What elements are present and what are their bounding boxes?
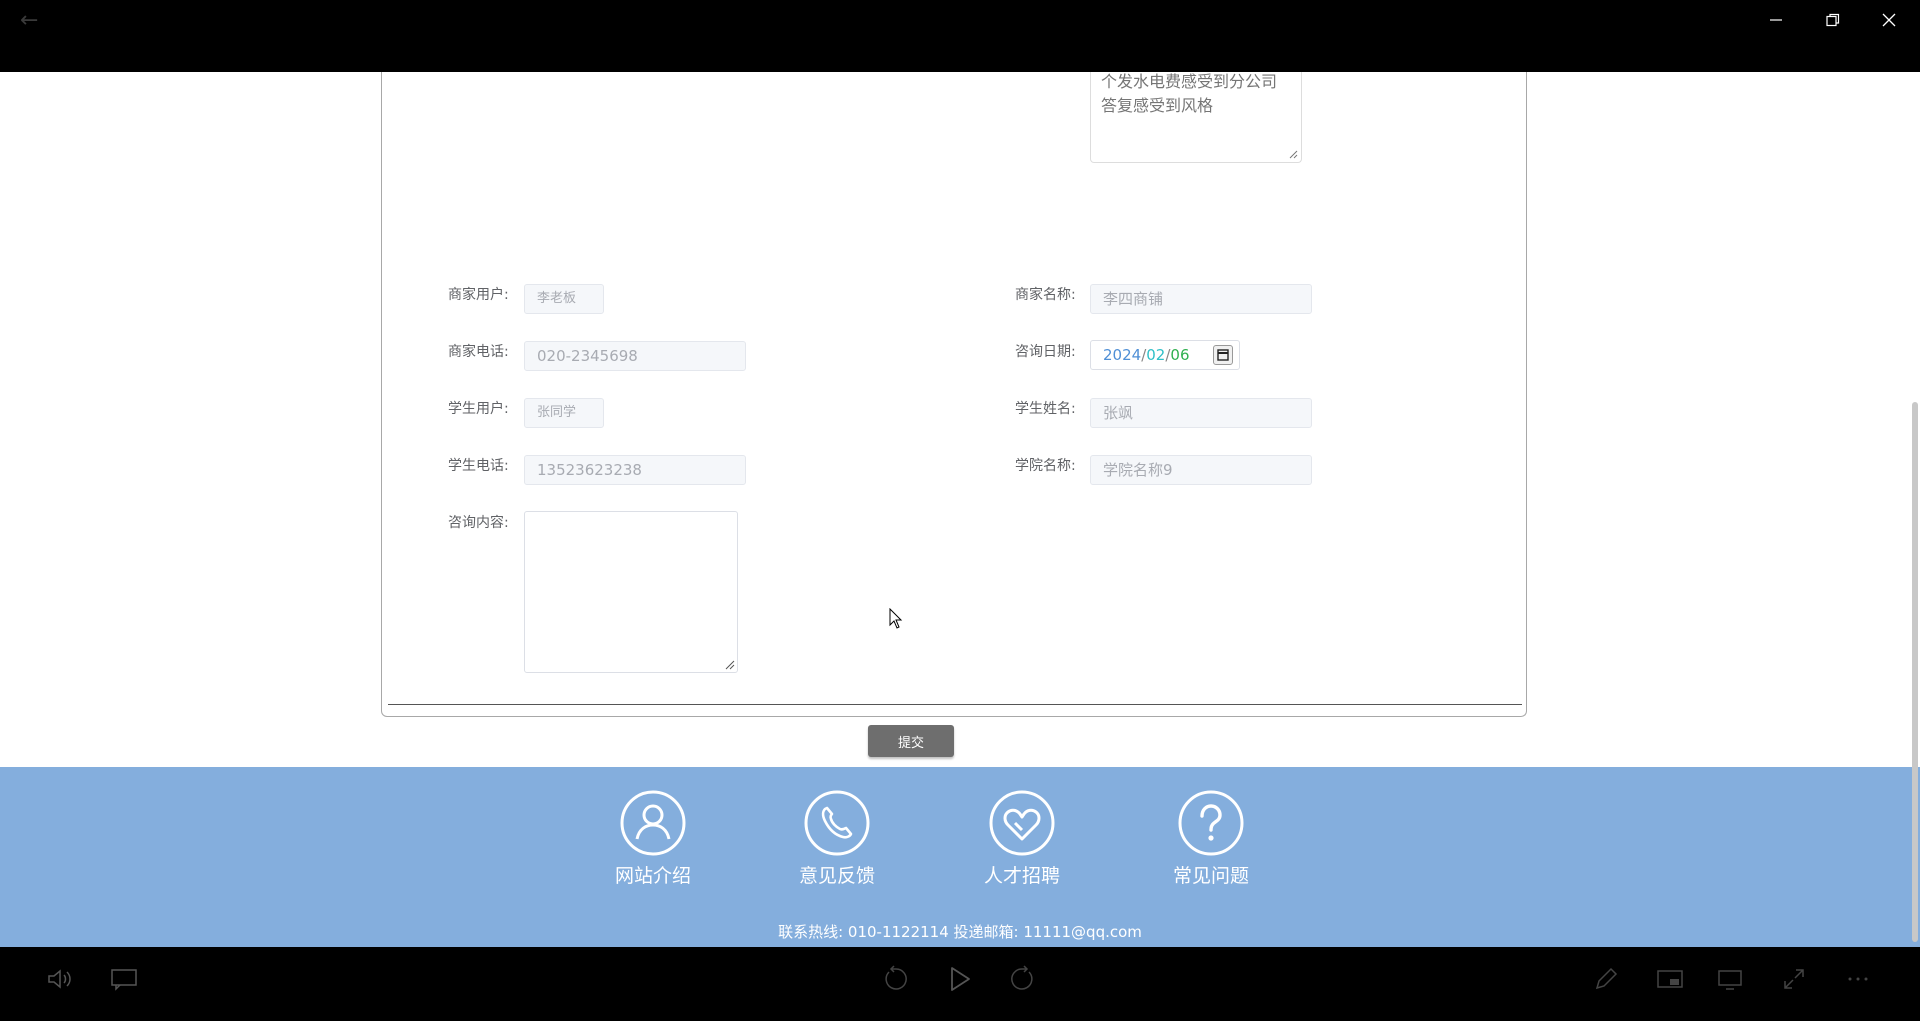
play-button[interactable] <box>942 961 978 997</box>
miniplayer-button[interactable] <box>1652 961 1688 997</box>
edit-button[interactable] <box>1588 961 1624 997</box>
date-month: 02 <box>1146 346 1166 364</box>
consult-date-label: 咨询日期: <box>1015 344 1076 360</box>
volume-icon <box>48 969 71 989</box>
student-phone-field[interactable]: 13523623238 <box>524 455 746 485</box>
submit-button[interactable]: 提交 <box>868 725 954 757</box>
captions-icon <box>111 969 137 991</box>
footer-label: 常见问题 <box>1172 865 1249 887</box>
cast-button[interactable] <box>1712 961 1748 997</box>
consult-form-card: 个发水电费感受到分公司 答复感受到风格 商家用户: 李老板 商家名称: 李四商铺… <box>381 72 1527 757</box>
miniplayer-icon <box>1657 970 1683 988</box>
merchant-user-field[interactable]: 李老板 <box>524 284 604 314</box>
textarea-line: 个发水电费感受到分公司 <box>1101 72 1278 91</box>
skip-back-button[interactable] <box>878 961 914 997</box>
mouse-cursor-icon <box>889 608 903 629</box>
calendar-picker-button[interactable] <box>1213 345 1233 365</box>
fullscreen-button[interactable] <box>1776 961 1812 997</box>
fullscreen-icon <box>1784 969 1804 989</box>
footer-label: 人才招聘 <box>983 865 1060 887</box>
merchant-user-label: 商家用户: <box>448 287 509 303</box>
student-name-field[interactable]: 张飒 <box>1090 398 1312 428</box>
college-name-label: 学院名称: <box>1015 458 1076 474</box>
student-user-field[interactable]: 张同学 <box>524 398 604 428</box>
media-control-bar <box>0 947 1920 1021</box>
skip-forward-button[interactable] <box>1004 961 1040 997</box>
restore-icon <box>1826 13 1840 27</box>
merchant-phone-field[interactable]: 020-2345698 <box>524 341 746 371</box>
merchant-name-field[interactable]: 李四商铺 <box>1090 284 1312 314</box>
student-phone-label: 学生电话: <box>448 458 509 474</box>
date-day: 06 <box>1170 346 1190 364</box>
more-icon <box>1848 977 1868 981</box>
footer-contact: 联系热线: 010-1122114 投递邮箱: 11111@qq.com <box>778 923 1142 941</box>
student-user-label: 学生用户: <box>448 401 509 417</box>
pencil-icon <box>1595 967 1618 990</box>
footer-item-jobs[interactable]: 人才招聘 <box>947 789 1097 888</box>
merchant-name-label: 商家名称: <box>1015 287 1076 303</box>
calendar-icon <box>1217 349 1229 361</box>
volume-button[interactable] <box>42 961 78 997</box>
date-year: 2024 <box>1103 346 1142 364</box>
merchant-phone-label: 商家电话: <box>448 344 509 360</box>
college-name-field[interactable]: 学院名称9 <box>1090 455 1312 485</box>
previous-textarea[interactable]: 个发水电费感受到分公司 答复感受到风格 <box>1090 72 1302 163</box>
window-title-bar: ← <box>0 0 1920 72</box>
restore-button[interactable] <box>1813 4 1853 36</box>
close-button[interactable] <box>1869 4 1909 36</box>
site-footer: 网站介绍 意见反馈 人才招聘 常见问题 联系热线: 010-1122114 投递… <box>0 767 1920 947</box>
question-icon <box>1178 790 1244 856</box>
consult-content-textarea[interactable] <box>524 511 738 673</box>
footer-item-faq[interactable]: 常见问题 <box>1136 789 1286 888</box>
footer-label: 网站介绍 <box>614 865 691 887</box>
user-icon <box>620 790 686 856</box>
skip-forward-30-icon <box>1011 965 1033 990</box>
play-icon <box>951 967 970 991</box>
consult-date-field[interactable]: 2024/02/06 <box>1090 340 1240 370</box>
back-arrow-icon[interactable]: ← <box>20 8 38 33</box>
cast-icon <box>1718 970 1742 990</box>
consult-content-label: 咨询内容: <box>448 515 509 531</box>
footer-label: 意见反馈 <box>798 865 875 887</box>
page-scrollbar[interactable] <box>1912 402 1918 942</box>
form-divider <box>388 704 1522 705</box>
skip-back-10-icon <box>885 965 907 990</box>
heart-icon <box>989 790 1055 856</box>
resize-grip-icon[interactable] <box>725 660 735 670</box>
footer-item-about[interactable]: 网站介绍 <box>578 789 728 888</box>
footer-item-feedback[interactable]: 意见反馈 <box>762 789 912 888</box>
minimize-button[interactable] <box>1756 4 1796 36</box>
phone-icon <box>804 790 870 856</box>
close-icon <box>1882 13 1896 27</box>
captions-button[interactable] <box>106 961 142 997</box>
page-viewport: 个发水电费感受到分公司 答复感受到风格 商家用户: 李老板 商家名称: 李四商铺… <box>0 72 1920 947</box>
more-options-button[interactable] <box>1840 961 1876 997</box>
student-name-label: 学生姓名: <box>1015 401 1076 417</box>
minimize-icon <box>1770 19 1782 21</box>
resize-grip-icon[interactable] <box>1289 150 1298 159</box>
textarea-line: 答复感受到风格 <box>1101 96 1214 115</box>
